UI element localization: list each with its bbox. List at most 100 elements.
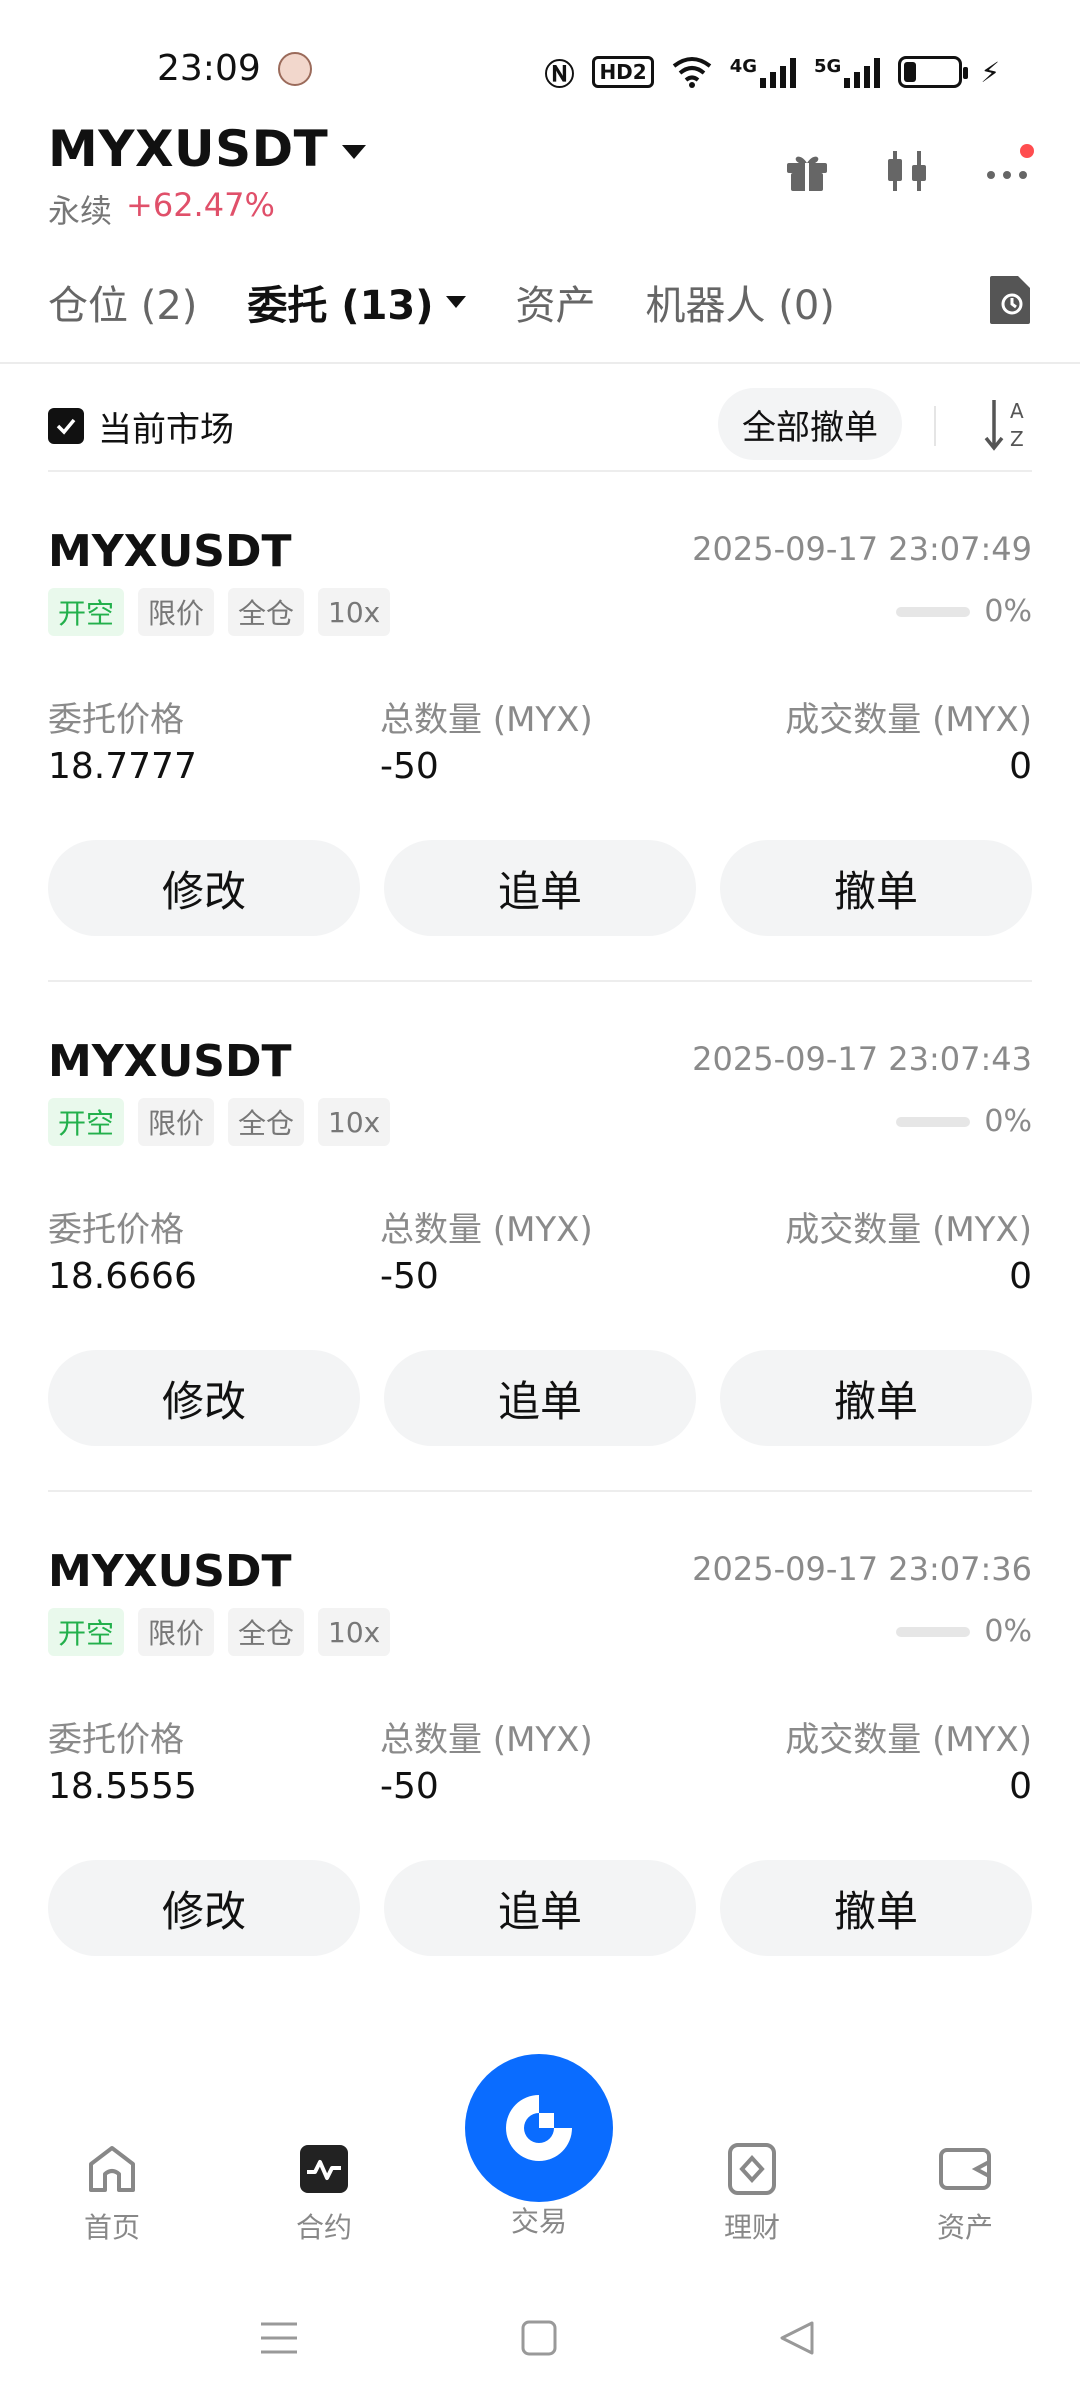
order-filled: 0 bbox=[1009, 1256, 1032, 1297]
tab-assets[interactable]: 资产 bbox=[516, 273, 596, 331]
symbol-title: MYXUSDT bbox=[48, 120, 329, 178]
signal-bars-icon bbox=[844, 56, 881, 88]
signal-1: 4G bbox=[730, 56, 797, 88]
fill-progress: 0% bbox=[896, 594, 1032, 629]
order-list[interactable]: MYXUSDT 开空限价全仓10x 0% 委托价格 总数量 (MYX) 成交数量… bbox=[0, 470, 1080, 2080]
nav-finance[interactable]: 理财 bbox=[687, 2142, 817, 2246]
order-time: 2025-09-17 23:07:36 bbox=[692, 1550, 1032, 1588]
order-total: -50 bbox=[380, 746, 439, 787]
fill-progress: 0% bbox=[896, 1104, 1032, 1139]
order-tags: 开空 限价 全仓 10x bbox=[48, 1608, 391, 1656]
sort-az-icon[interactable]: A Z bbox=[982, 396, 1032, 452]
progress-track bbox=[896, 1626, 971, 1637]
order-filled: 0 bbox=[1009, 1766, 1032, 1807]
order-divider bbox=[48, 980, 1032, 982]
total-label: 总数量 (MYX) bbox=[380, 700, 593, 740]
finance-icon bbox=[725, 2142, 779, 2196]
filter-row: 当前市场 全部撤单 A Z bbox=[48, 384, 1032, 468]
order-tag: 10x bbox=[318, 1098, 391, 1146]
signal-bars-icon bbox=[760, 56, 797, 88]
current-market-label[interactable]: 当前市场 bbox=[98, 402, 234, 451]
order-tags: 开空 限价 全仓 10x bbox=[48, 1098, 391, 1146]
order-card: MYXUSDT 2025-09-17 23:07:36 开空 限价 全仓 10x 0%… bbox=[0, 1490, 1080, 2000]
order-tag: 10x bbox=[318, 1608, 391, 1656]
price-label: 委托价格 bbox=[48, 700, 184, 740]
modify-button[interactable]: 修改 bbox=[48, 840, 360, 936]
chase-button[interactable]: 追单 bbox=[384, 1860, 696, 1956]
cancel-order-button[interactable]: 撤单 bbox=[720, 1860, 1032, 1956]
order-actions: 修改 追单 撤单 bbox=[48, 1350, 1032, 1446]
chase-button[interactable]: 追单 bbox=[384, 840, 696, 936]
order-divider bbox=[48, 470, 1032, 472]
tab-bots[interactable]: 机器人 (0) bbox=[646, 273, 835, 331]
battery-icon bbox=[898, 56, 969, 88]
market-header: MYXUSDT 永续 +62.47% bbox=[48, 120, 1034, 250]
order-history-icon[interactable] bbox=[988, 274, 1032, 326]
order-tag: 开空 bbox=[48, 1608, 125, 1656]
gift-icon[interactable] bbox=[782, 146, 832, 196]
order-tag: 限价 bbox=[138, 588, 215, 636]
progress-track bbox=[896, 1116, 971, 1127]
wifi-icon bbox=[672, 57, 711, 88]
total-label: 总数量 (MYX) bbox=[380, 1720, 593, 1760]
progress-label: 0% bbox=[984, 1614, 1032, 1649]
cancel-order-button[interactable]: 撤单 bbox=[720, 840, 1032, 936]
tabs-divider bbox=[0, 362, 1080, 364]
tab-positions[interactable]: 仓位 (2) bbox=[48, 273, 197, 331]
modify-button[interactable]: 修改 bbox=[48, 1860, 360, 1956]
more-icon[interactable] bbox=[982, 144, 1034, 196]
progress-label: 0% bbox=[984, 594, 1032, 629]
cancel-all-button[interactable]: 全部撤单 bbox=[718, 388, 902, 460]
progress-label: 0% bbox=[984, 1104, 1032, 1139]
home-icon bbox=[85, 2142, 139, 2196]
progress-track bbox=[896, 606, 971, 617]
order-actions: 修改 追单 撤单 bbox=[48, 840, 1032, 936]
hd-icon: HD2 bbox=[592, 56, 654, 88]
chase-button[interactable]: 追单 bbox=[384, 1350, 696, 1446]
filled-label: 成交数量 (MYX) bbox=[785, 1210, 1032, 1250]
menu-icon[interactable] bbox=[249, 2308, 309, 2368]
order-time: 2025-09-17 23:07:49 bbox=[692, 530, 1032, 568]
order-time: 2025-09-17 23:07:43 bbox=[692, 1040, 1032, 1078]
nav-futures[interactable]: 合约 bbox=[259, 2142, 389, 2246]
order-price: 18.7777 bbox=[48, 746, 197, 787]
status-indicators: Ⓝ HD2 4G 5G ⚡ bbox=[544, 50, 1000, 94]
order-tabs: 仓位 (2) 委托 (13) 资产 机器人 (0) bbox=[48, 262, 1032, 342]
candlestick-icon[interactable] bbox=[882, 146, 932, 196]
order-tag: 全仓 bbox=[228, 588, 305, 636]
header-actions bbox=[782, 144, 1034, 196]
home-square-icon[interactable] bbox=[509, 2308, 569, 2368]
nav-assets[interactable]: 资产 bbox=[900, 2142, 1030, 2246]
order-tag: 开空 bbox=[48, 1098, 125, 1146]
order-card: MYXUSDT 2025-09-17 23:07:43 开空 限价 全仓 10x 0%… bbox=[0, 980, 1080, 1490]
filled-label: 成交数量 (MYX) bbox=[785, 1720, 1032, 1760]
price-label: 委托价格 bbox=[48, 1210, 184, 1250]
contract-type: 永续 bbox=[48, 192, 113, 230]
status-time: 23:09 bbox=[157, 48, 261, 89]
cancel-order-button[interactable]: 撤单 bbox=[720, 1350, 1032, 1446]
system-nav-bar bbox=[0, 2280, 1080, 2400]
order-divider bbox=[48, 1490, 1032, 1492]
wallet-icon bbox=[938, 2142, 992, 2196]
nav-home[interactable]: 首页 bbox=[47, 2142, 177, 2246]
status-bar: 23:09 Ⓝ HD2 4G 5G ⚡ bbox=[0, 0, 1080, 140]
order-tag: 全仓 bbox=[228, 1608, 305, 1656]
nav-trade[interactable] bbox=[465, 2054, 613, 2202]
order-tag: 限价 bbox=[138, 1608, 215, 1656]
order-card: MYXUSDT 2025-09-17 23:07:49 开空 限价 全仓 10x 0%… bbox=[0, 470, 1080, 980]
order-symbol: MYXUSDT bbox=[48, 1036, 292, 1087]
trade-logo-icon bbox=[506, 2095, 572, 2161]
order-tags: 开空 限价 全仓 10x bbox=[48, 588, 391, 636]
futures-chart-icon bbox=[297, 2142, 351, 2196]
charging-icon: ⚡ bbox=[980, 55, 1000, 89]
total-label: 总数量 (MYX) bbox=[380, 1210, 593, 1250]
svg-text:Z: Z bbox=[1010, 427, 1024, 451]
bottom-nav: 首页 合约 交易 理财 资产 bbox=[0, 2054, 1080, 2280]
nav-trade-label: 交易 bbox=[510, 2205, 567, 2238]
modify-button[interactable]: 修改 bbox=[48, 1350, 360, 1446]
order-symbol: MYXUSDT bbox=[48, 1546, 292, 1597]
back-icon[interactable] bbox=[767, 2308, 827, 2368]
order-symbol: MYXUSDT bbox=[48, 526, 292, 577]
tab-orders[interactable]: 委托 (13) bbox=[247, 273, 466, 331]
current-market-checkbox[interactable] bbox=[48, 408, 84, 444]
